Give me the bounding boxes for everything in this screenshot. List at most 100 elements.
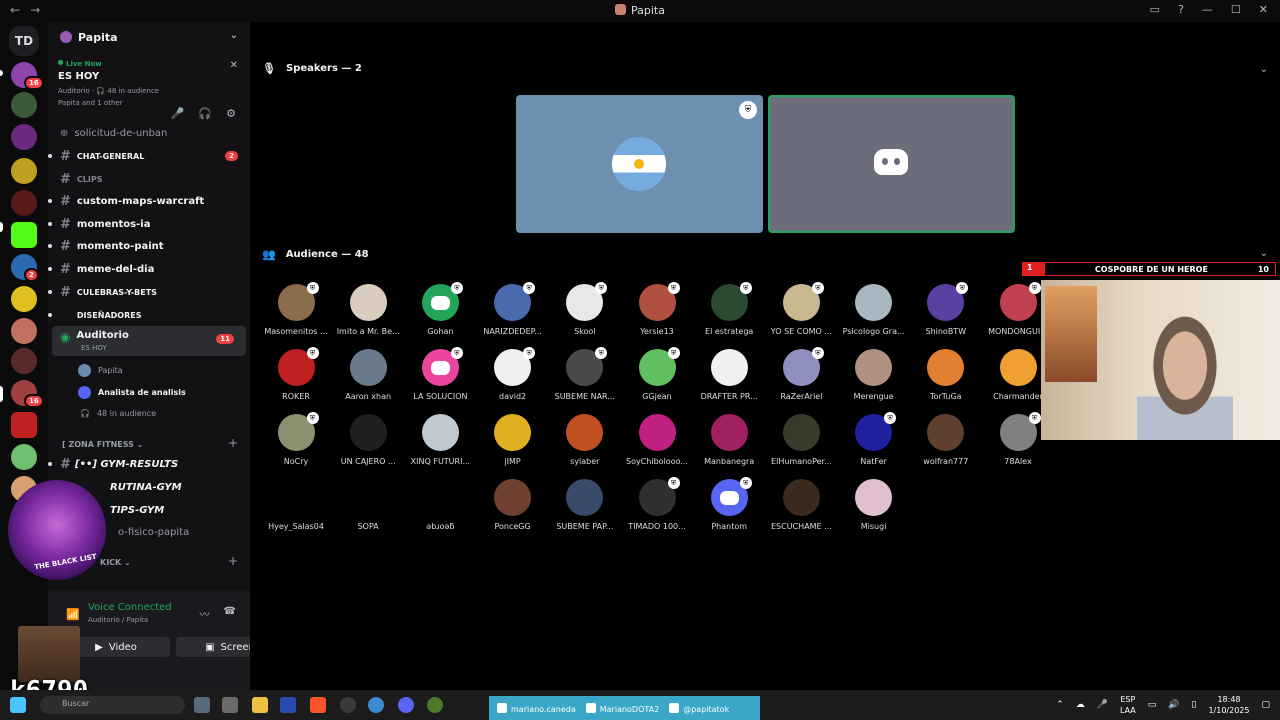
audience-member[interactable]: wolfran777 <box>910 414 982 474</box>
battery-icon[interactable]: ▯ <box>1192 700 1197 710</box>
app-icon[interactable] <box>222 697 238 713</box>
file-explorer-icon[interactable] <box>252 697 268 713</box>
server-icon-2[interactable] <box>11 92 37 118</box>
channel-momentos-ia[interactable]: # momentos-ia <box>48 214 250 234</box>
audience-member[interactable]: ESCUCHAME ... <box>765 479 837 539</box>
audience-member[interactable]: ⛨ NARIZDEDEP... <box>477 282 549 344</box>
audience-member[interactable]: ⛨ SUBEME NAR... <box>549 347 621 409</box>
audience-member[interactable]: ⛨ ShinoBTW <box>910 282 982 344</box>
audience-member[interactable]: ⛨ Skool <box>549 282 621 344</box>
maximize-button[interactable]: ☐ <box>1231 3 1241 16</box>
cloud-icon[interactable]: ☁ <box>1076 700 1085 710</box>
chevron-up-icon[interactable]: ⌃ <box>1056 700 1064 710</box>
audience-member[interactable]: ⛨ GGjean <box>621 347 693 409</box>
microphone-icon[interactable]: 🎤 <box>1097 700 1108 710</box>
task-view-icon[interactable] <box>194 697 210 713</box>
audience-member[interactable]: jIMP <box>477 414 549 474</box>
disconnect-icon[interactable]: ☎ <box>224 606 236 621</box>
discord-taskbar-icon[interactable] <box>398 697 414 713</box>
server-icon-12[interactable] <box>11 412 37 438</box>
audience-member[interactable]: ⛨ El estratega <box>693 282 765 344</box>
audience-member[interactable]: Imito a Mr. Be... <box>332 284 404 344</box>
headphones-icon[interactable]: 🎧 <box>198 107 212 120</box>
browser-icon[interactable] <box>368 697 384 713</box>
server-icon-3[interactable] <box>11 124 37 150</box>
taskbar-clock[interactable]: 18:48 1/10/2025 <box>1208 694 1249 716</box>
category-zona-fitness[interactable]: [ ZONA FITNESS ⌄ <box>62 440 143 449</box>
audience-member[interactable]: TorTuGa <box>910 349 982 409</box>
notifications-icon[interactable]: ▢ <box>1261 700 1270 710</box>
audience-member[interactable]: ⛨ RaZerAriel <box>765 347 837 409</box>
channel-disenadores[interactable]: #DISEÑADORES <box>48 305 250 325</box>
audience-member[interactable]: ⛨ Masomenitos ... <box>260 282 332 344</box>
server-icon-10[interactable] <box>11 348 37 374</box>
stage-member-papita[interactable]: Papita <box>78 361 123 379</box>
server-icon-4[interactable] <box>11 158 37 184</box>
channel-gym-results[interactable]: # [••] GYM-RESULTS <box>48 454 250 474</box>
audience-member[interactable]: əbɹoəƃ <box>404 479 476 539</box>
audience-member[interactable]: ⛨ TIMADO 100... <box>621 477 693 539</box>
audience-header[interactable]: 👥 Audience — 48 <box>262 248 369 261</box>
audience-member[interactable]: Hyey_Salas04 <box>260 479 332 539</box>
audience-member[interactable]: ⛨ Phantom <box>693 477 765 539</box>
channel-meme-del-dia[interactable]: # meme-del-dia <box>48 259 250 279</box>
channel-custom-maps-warcraft[interactable]: # custom-maps-warcraft <box>48 191 250 211</box>
audience-member[interactable]: ⛨ ROKER <box>260 347 332 409</box>
stage-channel-auditorio[interactable]: ◉ Auditorio ES HOY 11 <box>52 326 246 356</box>
inbox-icon[interactable]: ▭ <box>1150 3 1160 16</box>
chevron-down-icon[interactable]: ⌄ <box>1260 64 1268 75</box>
server-header[interactable]: Papita ⌄ <box>48 22 250 52</box>
audience-member[interactable]: XINQ FUTURI... <box>404 414 476 474</box>
help-icon[interactable]: ? <box>1178 3 1184 16</box>
direct-messages-button[interactable]: TD <box>9 26 39 56</box>
server-icon-9[interactable] <box>11 318 37 344</box>
windows-start-icon[interactable] <box>10 697 26 713</box>
audience-member[interactable]: PonceGG <box>477 479 549 539</box>
audience-member[interactable]: ⛨ NatFer <box>838 412 910 474</box>
channel-chat-general[interactable]: # CHAT-GENERAL 2 <box>48 146 250 166</box>
kick-server-icon[interactable] <box>11 222 37 248</box>
settings-gear-icon[interactable]: ⚙ <box>226 107 236 120</box>
noise-suppression-icon[interactable]: 〰 <box>200 606 210 621</box>
channel-solicitud-de-unban[interactable]: ⊕ solicitud-de-unban <box>48 123 250 143</box>
category-kick[interactable]: KICK ⌄ <box>100 558 131 567</box>
voice-location[interactable]: Auditorio / Papita <box>88 616 148 624</box>
server-icon-5[interactable] <box>11 190 37 216</box>
minimize-button[interactable]: — <box>1202 3 1213 16</box>
volume-icon[interactable]: 🔊 <box>1168 700 1179 710</box>
audience-member[interactable]: Aaron xhan <box>332 349 404 409</box>
audience-member[interactable]: SUBEME PAP... <box>549 479 621 539</box>
audience-member[interactable]: sylaber <box>549 414 621 474</box>
audience-member[interactable]: ⛨ NoCry <box>260 412 332 474</box>
taskbar-search[interactable]: Buscar <box>40 696 185 714</box>
chevron-down-icon[interactable]: ⌄ <box>1260 248 1268 259</box>
add-channel-icon[interactable]: + <box>228 436 238 450</box>
speaker-tile-analista[interactable] <box>768 95 1015 233</box>
speakers-header[interactable]: 🎙 Speakers — 2 <box>262 62 362 75</box>
close-button[interactable]: ✕ <box>1259 3 1268 16</box>
audience-member[interactable]: Merengue <box>838 349 910 409</box>
language-indicator[interactable]: ESP LAA <box>1120 694 1136 716</box>
audience-member[interactable]: ⛨ david2 <box>477 347 549 409</box>
voice-status[interactable]: Voice Connected <box>88 602 172 613</box>
app-l-icon[interactable] <box>280 697 296 713</box>
channel-culebras-y-bets[interactable]: # CULEBRAS-Y-BETS <box>48 282 250 302</box>
microphone-icon[interactable]: 🎤 <box>171 107 185 120</box>
speaker-tile-papita[interactable]: ⛨ <box>516 95 763 233</box>
close-icon[interactable]: ✕ <box>230 60 238 71</box>
app-icon[interactable] <box>427 697 443 713</box>
chevron-down-icon[interactable]: ⌄ <box>230 30 238 41</box>
audience-member[interactable]: SoyChibolooo... <box>621 414 693 474</box>
server-icon-13[interactable] <box>11 444 37 470</box>
obs-icon[interactable] <box>340 697 356 713</box>
audience-member[interactable]: ⛨ Yersie13 <box>621 282 693 344</box>
network-icon[interactable]: ▭ <box>1148 700 1157 710</box>
server-icon-8[interactable] <box>11 286 37 312</box>
add-channel-icon[interactable]: + <box>228 554 238 568</box>
brave-browser-icon[interactable] <box>310 697 326 713</box>
stage-member-analista[interactable]: Analista de analisis <box>78 383 186 401</box>
audience-member[interactable]: SOPA <box>332 479 404 539</box>
audience-member[interactable]: ElHumanoPer... <box>765 414 837 474</box>
audience-member[interactable]: UN CAJERO ... <box>332 414 404 474</box>
signal-icon[interactable]: 📶 <box>66 608 80 621</box>
